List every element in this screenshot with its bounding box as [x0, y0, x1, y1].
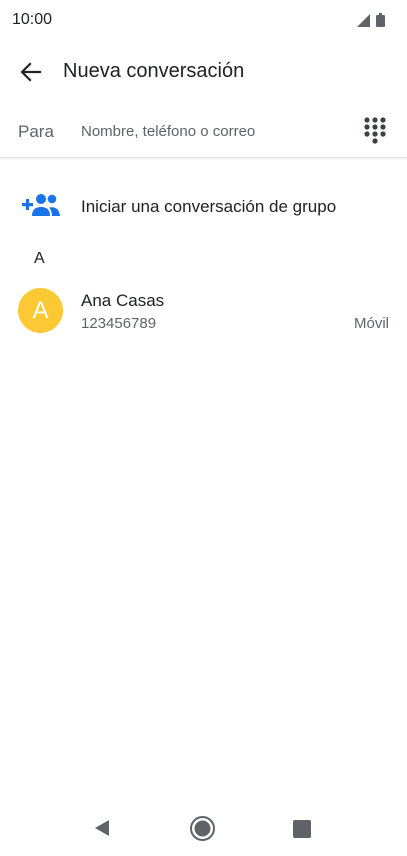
- page-title: Nueva conversación: [63, 60, 245, 82]
- nav-back-icon: [95, 820, 109, 836]
- status-bar: 10:00: [0, 0, 407, 40]
- group-add-icon: [22, 192, 62, 220]
- status-time: 10:00: [12, 11, 53, 28]
- nav-recents-icon[interactable]: [293, 820, 311, 838]
- nav-back-button[interactable]: [92, 818, 112, 838]
- recipient-input[interactable]: [81, 116, 351, 146]
- contact-list-item[interactable]: A Ana Casas 123456789 Móvil: [0, 284, 407, 340]
- app-bar: Nueva conversación: [0, 44, 407, 100]
- nav-home-icon: [190, 816, 215, 841]
- dialpad-button[interactable]: [361, 116, 389, 146]
- recipient-row: Para: [0, 106, 407, 158]
- status-icons: [355, 12, 391, 28]
- start-group-label: Iniciar una conversación de grupo: [81, 197, 337, 216]
- contact-number-type: Móvil: [353, 315, 389, 332]
- back-button[interactable]: [14, 56, 48, 88]
- recipient-label: Para: [18, 122, 54, 141]
- contact-name: Ana Casas: [81, 291, 165, 310]
- arrow-back-icon: [20, 62, 42, 82]
- battery-icon: [376, 13, 385, 27]
- nav-home-button[interactable]: [189, 815, 216, 842]
- avatar: A: [18, 288, 63, 333]
- signal-icon: [357, 14, 370, 27]
- dialpad-icon: [364, 117, 386, 144]
- start-group-conversation[interactable]: Iniciar una conversación de grupo: [0, 184, 407, 230]
- navigation-bar: [0, 808, 407, 848]
- section-header-letter: A: [34, 250, 45, 267]
- contact-number: 123456789: [81, 315, 157, 332]
- avatar-initial: A: [32, 296, 49, 324]
